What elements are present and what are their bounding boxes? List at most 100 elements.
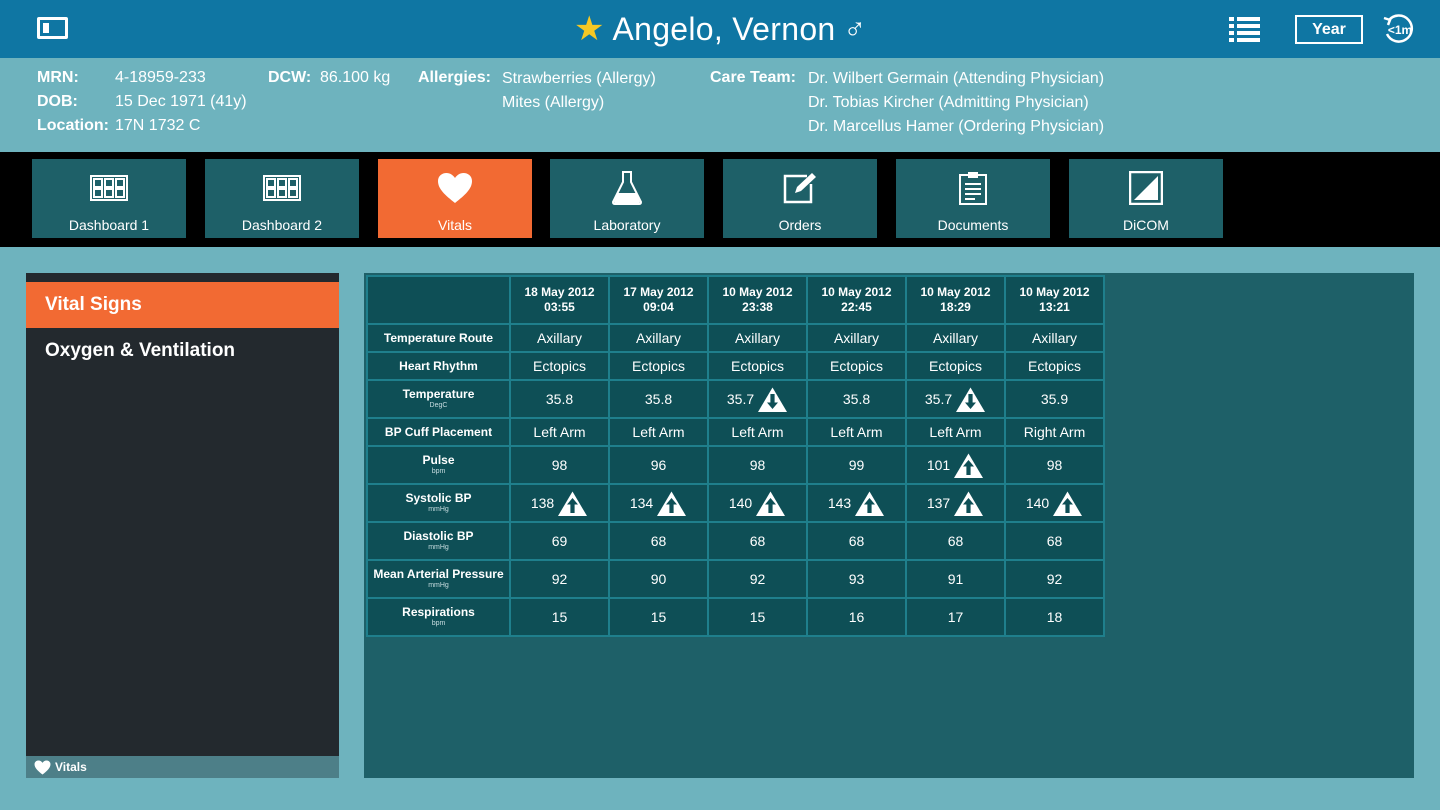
vitals-cell[interactable]: 18 bbox=[1004, 597, 1105, 637]
vitals-cell[interactable]: 98 bbox=[707, 445, 808, 485]
date-column-header[interactable]: 10 May 2012 18:29 bbox=[905, 275, 1006, 325]
date-column-header[interactable]: 10 May 2012 23:38 bbox=[707, 275, 808, 325]
vitals-cell[interactable]: Right Arm bbox=[1004, 417, 1105, 447]
cell-value: Axillary bbox=[932, 330, 979, 346]
vitals-cell[interactable]: 17 bbox=[905, 597, 1006, 637]
vitals-cell[interactable]: 140 bbox=[1004, 483, 1105, 523]
tile-label: DiCOM bbox=[1123, 217, 1169, 233]
cell-value: 92 bbox=[1046, 571, 1063, 587]
vitals-cell[interactable]: 92 bbox=[1004, 559, 1105, 599]
vitals-cell[interactable]: 68 bbox=[905, 521, 1006, 561]
cell-value: 134 bbox=[629, 495, 654, 511]
vitals-cell[interactable]: Ectopics bbox=[1004, 351, 1105, 381]
vitals-cell[interactable]: Left Arm bbox=[905, 417, 1006, 447]
vitals-cell[interactable]: 92 bbox=[707, 559, 808, 599]
vitals-cell[interactable]: Axillary bbox=[1004, 323, 1105, 353]
year-button[interactable]: Year bbox=[1295, 15, 1363, 44]
refresh-icon[interactable]: <1m bbox=[1381, 12, 1415, 46]
cell-value: Left Arm bbox=[929, 424, 982, 440]
vitals-cell[interactable]: Left Arm bbox=[707, 417, 808, 447]
vitals-cell[interactable]: 15 bbox=[608, 597, 709, 637]
vitals-cell[interactable]: 16 bbox=[806, 597, 907, 637]
cell-value: 99 bbox=[848, 457, 865, 473]
tile-orders[interactable]: Orders bbox=[723, 159, 877, 238]
tile-label: Vitals bbox=[438, 217, 472, 233]
date-column-header[interactable]: 18 May 2012 03:55 bbox=[509, 275, 610, 325]
date-column-header[interactable]: 10 May 2012 22:45 bbox=[806, 275, 907, 325]
dcw-label: DCW: bbox=[268, 69, 312, 86]
vitals-cell[interactable]: 68 bbox=[608, 521, 709, 561]
vitals-cell[interactable]: 69 bbox=[509, 521, 610, 561]
star-icon[interactable]: ★ bbox=[574, 12, 604, 46]
vitals-cell[interactable]: 90 bbox=[608, 559, 709, 599]
date-column-header[interactable]: 17 May 2012 09:04 bbox=[608, 275, 709, 325]
vitals-cell[interactable]: 138 bbox=[509, 483, 610, 523]
vitals-cell[interactable]: 134 bbox=[608, 483, 709, 523]
vitals-cell[interactable]: Ectopics bbox=[707, 351, 808, 381]
tile-dashboard-2[interactable]: Dashboard 2 bbox=[205, 159, 359, 238]
row-label: Diastolic BP bbox=[403, 529, 474, 543]
tile-dicom[interactable]: DiCOM bbox=[1069, 159, 1223, 238]
vitals-cell[interactable]: Left Arm bbox=[806, 417, 907, 447]
cell-value: Ectopics bbox=[731, 358, 784, 374]
vitals-cell[interactable]: Ectopics bbox=[509, 351, 610, 381]
header-time: 23:38 bbox=[742, 300, 773, 314]
cell-value: 18 bbox=[1046, 609, 1063, 625]
vitals-cell[interactable]: 99 bbox=[806, 445, 907, 485]
vitals-cell[interactable]: 15 bbox=[509, 597, 610, 637]
vitals-cell[interactable]: 68 bbox=[806, 521, 907, 561]
vitals-cell[interactable]: 98 bbox=[509, 445, 610, 485]
vitals-cell[interactable]: Left Arm bbox=[509, 417, 610, 447]
vitals-cell[interactable]: Axillary bbox=[707, 323, 808, 353]
vitals-cell[interactable]: Axillary bbox=[806, 323, 907, 353]
vitals-cell[interactable]: 35.7 bbox=[905, 379, 1006, 419]
cell-value: 35.8 bbox=[545, 391, 574, 407]
vitals-cell[interactable]: Left Arm bbox=[608, 417, 709, 447]
vitals-cell[interactable]: Axillary bbox=[608, 323, 709, 353]
vitals-cell[interactable]: 35.9 bbox=[1004, 379, 1105, 419]
tile-label: Dashboard 2 bbox=[241, 217, 323, 233]
high-alert-icon bbox=[954, 453, 984, 478]
vitals-category-list: Vital Signs Oxygen & Ventilation Vitals bbox=[26, 273, 339, 778]
row-unit: mmHg bbox=[428, 582, 449, 589]
cell-value: Left Arm bbox=[632, 424, 685, 440]
tile-documents[interactable]: Documents bbox=[896, 159, 1050, 238]
vitals-cell[interactable]: 143 bbox=[806, 483, 907, 523]
vitals-cell[interactable]: Ectopics bbox=[905, 351, 1006, 381]
vitals-cell[interactable]: 68 bbox=[1004, 521, 1105, 561]
row-label: Systolic BP bbox=[405, 491, 472, 505]
tile-vitals[interactable]: Vitals bbox=[378, 159, 532, 238]
vitals-cell[interactable]: 35.8 bbox=[806, 379, 907, 419]
date-column-header[interactable]: 10 May 2012 13:21 bbox=[1004, 275, 1105, 325]
vitals-cell[interactable]: 140 bbox=[707, 483, 808, 523]
tile-dashboard-1[interactable]: Dashboard 1 bbox=[32, 159, 186, 238]
vitals-cell[interactable]: Axillary bbox=[905, 323, 1006, 353]
dashboard-icon bbox=[90, 171, 128, 205]
vitals-cell[interactable]: 35.7 bbox=[707, 379, 808, 419]
cell-value: 16 bbox=[848, 609, 865, 625]
sidebar-toggle-icon[interactable] bbox=[37, 17, 68, 39]
list-view-icon[interactable] bbox=[1229, 17, 1260, 42]
flask-icon bbox=[612, 171, 642, 205]
vitals-cell[interactable]: 98 bbox=[1004, 445, 1105, 485]
vitals-cell[interactable]: 35.8 bbox=[608, 379, 709, 419]
vitals-cell[interactable]: Ectopics bbox=[608, 351, 709, 381]
nav-tiles: Dashboard 1 Dashboard 2 Vitals Laborator… bbox=[0, 152, 1440, 247]
vitals-cell[interactable]: Axillary bbox=[509, 323, 610, 353]
vitals-cell[interactable]: 96 bbox=[608, 445, 709, 485]
category-oxygen-ventilation[interactable]: Oxygen & Ventilation bbox=[26, 328, 339, 374]
vitals-cell[interactable]: 137 bbox=[905, 483, 1006, 523]
vitals-body: Temperature Route Axillary Axillary Axillar… bbox=[366, 323, 1105, 637]
tile-laboratory[interactable]: Laboratory bbox=[550, 159, 704, 238]
vitals-cell[interactable]: 68 bbox=[707, 521, 808, 561]
high-alert-icon bbox=[756, 491, 786, 516]
vitals-cell[interactable]: 92 bbox=[509, 559, 610, 599]
vitals-cell[interactable]: 93 bbox=[806, 559, 907, 599]
high-alert-icon bbox=[657, 491, 687, 516]
vitals-cell[interactable]: 101 bbox=[905, 445, 1006, 485]
vitals-cell[interactable]: 35.8 bbox=[509, 379, 610, 419]
vitals-cell[interactable]: 91 bbox=[905, 559, 1006, 599]
vitals-cell[interactable]: 15 bbox=[707, 597, 808, 637]
vitals-cell[interactable]: Ectopics bbox=[806, 351, 907, 381]
category-vital-signs[interactable]: Vital Signs bbox=[26, 282, 339, 328]
